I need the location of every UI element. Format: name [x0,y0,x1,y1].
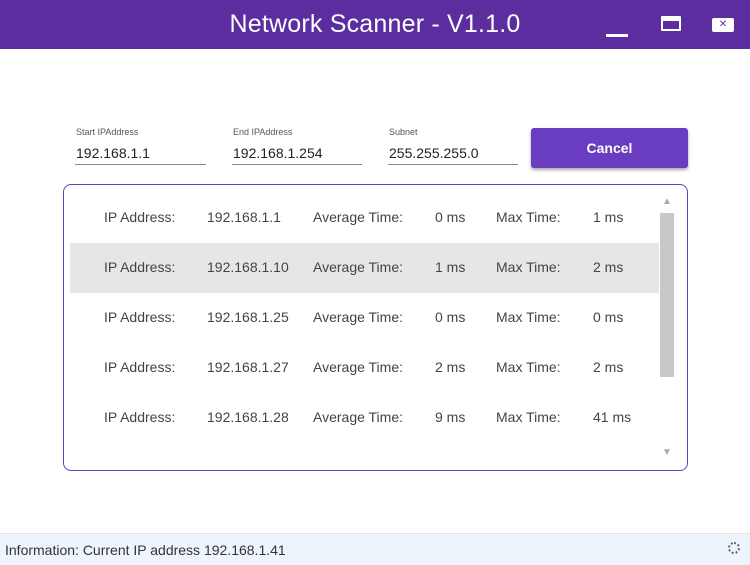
close-icon[interactable] [712,18,734,32]
status-text: Information: Current IP address 192.168.… [5,542,286,558]
avg-time-value: 0 ms [435,309,466,325]
max-time-value: 2 ms [593,259,624,275]
ip-value: 192.168.1.25 [207,309,289,325]
ip-label: IP Address: [104,309,176,325]
max-time-value: 1 ms [593,209,624,225]
avg-time-label: Average Time: [313,209,404,225]
max-time-label: Max Time: [496,259,561,275]
list-item[interactable]: IP Address: 192.168.1.25 Average Time: 0… [70,293,659,343]
ip-label: IP Address: [104,409,176,425]
arrow-down-icon[interactable]: ▼ [660,444,674,462]
title-bar: Network Scanner - V1.1.0 [0,0,750,49]
arrow-up-icon[interactable]: ▲ [660,193,674,211]
avg-time-value: 0 ms [435,209,466,225]
max-time-label: Max Time: [496,209,561,225]
max-time-value: 0 ms [593,309,624,325]
subnet-input[interactable] [388,142,518,165]
ip-label: IP Address: [104,259,176,275]
start-ip-label: Start IPAddress [76,127,139,137]
ip-value: 192.168.1.28 [207,409,289,425]
list-item[interactable]: IP Address: 192.168.1.10 Average Time: 1… [70,243,659,293]
minimize-icon[interactable] [606,34,628,37]
avg-time-label: Average Time: [313,309,404,325]
list-item[interactable]: IP Address: 192.168.1.1 Average Time: 0 … [70,193,659,243]
subnet-label: Subnet [389,127,418,137]
avg-time-value: 1 ms [435,259,466,275]
ip-label: IP Address: [104,209,176,225]
list-item[interactable]: IP Address: 192.168.1.27 Average Time: 2… [70,343,659,393]
ip-label: IP Address: [104,359,176,375]
maximize-icon[interactable] [661,16,681,31]
status-bar: Information: Current IP address 192.168.… [0,533,750,565]
avg-time-label: Average Time: [313,359,404,375]
end-ip-label: End IPAddress [233,127,293,137]
ip-value: 192.168.1.1 [207,209,281,225]
max-time-label: Max Time: [496,309,561,325]
list-item[interactable]: IP Address: 192.168.1.28 Average Time: 9… [70,393,659,443]
avg-time-value: 2 ms [435,359,466,375]
max-time-label: Max Time: [496,409,561,425]
start-ip-input[interactable] [75,142,206,165]
ip-value: 192.168.1.27 [207,359,289,375]
vertical-scrollbar[interactable]: ▲ ▼ [660,193,674,462]
avg-time-value: 9 ms [435,409,466,425]
results-list[interactable]: IP Address: 192.168.1.1 Average Time: 0 … [63,184,688,471]
max-time-value: 41 ms [593,409,632,425]
results-list-content: IP Address: 192.168.1.1 Average Time: 0 … [70,193,659,443]
avg-time-label: Average Time: [313,259,404,275]
loading-spinner-icon [728,542,740,554]
max-time-value: 2 ms [593,359,624,375]
max-time-label: Max Time: [496,359,561,375]
window-title: Network Scanner - V1.1.0 [229,10,521,38]
scrollbar-thumb[interactable] [660,213,674,377]
cancel-button[interactable]: Cancel [531,128,688,168]
end-ip-input[interactable] [232,142,362,165]
ip-value: 192.168.1.10 [207,259,289,275]
avg-time-label: Average Time: [313,409,404,425]
